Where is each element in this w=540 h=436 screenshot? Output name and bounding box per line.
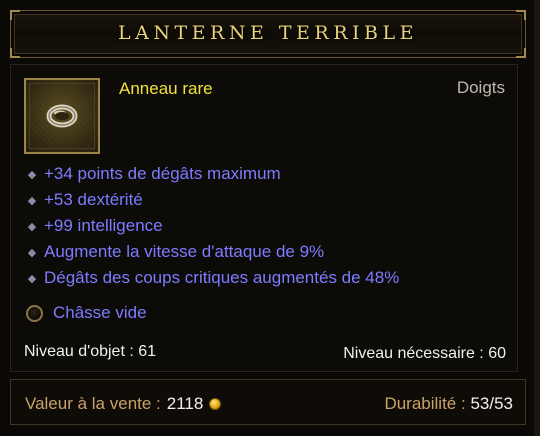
ring-icon [46, 104, 78, 128]
bullet-icon: ◆ [27, 168, 37, 181]
affix-line: ◆ +99 intelligence [26, 213, 399, 239]
item-name: LANTERNE TERRIBLE [118, 22, 418, 44]
sell-amount: 2118 [166, 394, 204, 413]
affix-line: ◆ +53 dextérité [26, 187, 399, 213]
tooltip-header: LANTERNE TERRIBLE [10, 10, 526, 58]
item-type: Anneau rare [119, 79, 213, 98]
item-icon-slot [24, 78, 100, 154]
affix-text: +34 points de dégâts maximum [44, 164, 281, 183]
header-corner [516, 10, 526, 20]
affix-text: +99 intelligence [44, 216, 163, 235]
affix-text: +53 dextérité [44, 190, 143, 209]
durability: Durabilité : 53/53 [384, 394, 513, 414]
bullet-icon: ◆ [27, 272, 37, 285]
sell-label: Valeur à la vente : [25, 394, 161, 413]
socket-row: Châsse vide [26, 303, 147, 323]
socket-label: Châsse vide [53, 303, 147, 322]
item-slot: Doigts [456, 78, 505, 97]
header-corner [10, 10, 20, 20]
affix-line: ◆ Dégâts des coups critiques augmentés de… [26, 265, 400, 291]
gold-coin-icon [209, 398, 222, 410]
affix-text: Augmente la vitesse d'attaque de 9% [44, 242, 325, 261]
header-corner [10, 48, 20, 58]
empty-socket-icon [26, 304, 43, 322]
bullet-icon: ◆ [27, 220, 37, 233]
required-level: Niveau nécessaire : 60 [343, 345, 506, 362]
tooltip-edge [534, 0, 540, 436]
affix-list: ◆ +34 points de dégâts maximum ◆ +53 dexté… [26, 161, 400, 291]
item-level: Niveau d'objet : 61 [24, 343, 157, 360]
durability-value: 53/53 [470, 394, 513, 413]
header-corner [516, 48, 526, 58]
affix-line: ◆ Augmente la vitesse d'attaque de 9% [26, 239, 399, 265]
affix-text: Dégâts des coups critiques augmentés de … [44, 268, 400, 287]
bullet-icon: ◆ [27, 246, 37, 259]
sell-value: Valeur à la vente : 2118 [25, 394, 222, 414]
tooltip-footer: Valeur à la vente : 2118 Durabilité : 53… [10, 379, 526, 425]
durability-label: Durabilité : [384, 394, 466, 413]
item-tooltip: LANTERNE TERRIBLE Anneau rare Doigts ◆ +3… [0, 0, 540, 436]
affix-line: ◆ +34 points de dégâts maximum [26, 161, 399, 187]
tooltip-body: Anneau rare Doigts ◆ +34 points de dégâts… [10, 64, 518, 372]
bullet-icon: ◆ [27, 194, 37, 207]
